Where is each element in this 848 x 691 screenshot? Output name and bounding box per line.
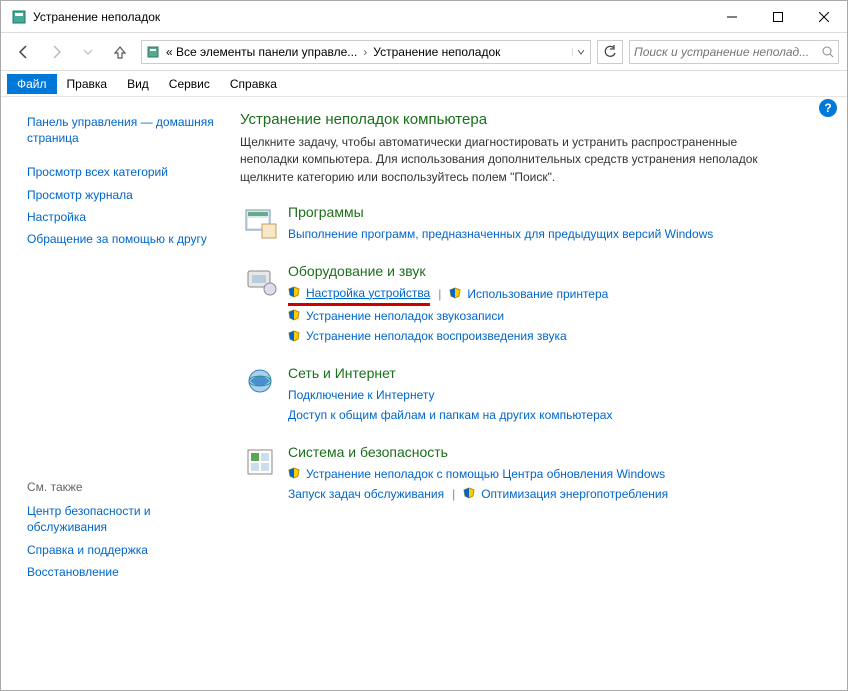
- programs-icon: [240, 204, 280, 244]
- shield-icon: [463, 487, 477, 501]
- sidebar-settings[interactable]: Настройка: [27, 206, 216, 228]
- menu-help[interactable]: Справка: [220, 74, 287, 94]
- shared-files-link[interactable]: Доступ к общим файлам и папкам на других…: [288, 405, 612, 425]
- close-button[interactable]: [801, 1, 847, 33]
- device-config-label: Настройка устройства: [306, 283, 430, 303]
- breadcrumb-separator: ›: [361, 45, 369, 59]
- sidebar: Панель управления — домашняя страница Пр…: [1, 97, 226, 690]
- category-system-title[interactable]: Система и безопасность: [288, 444, 827, 460]
- main-panel: ? Устранение неполадок компьютера Щелкни…: [226, 97, 847, 690]
- shield-icon: [288, 309, 302, 323]
- shield-icon: [449, 287, 463, 301]
- navigation-bar: « Все элементы панели управле... › Устра…: [1, 33, 847, 71]
- separator: |: [430, 284, 449, 304]
- audio-record-troubleshoot-link[interactable]: Устранение неполадок звукозаписи: [288, 306, 504, 326]
- windows-update-troubleshoot-link[interactable]: Устранение неполадок с помощью Центра об…: [288, 464, 665, 484]
- sidebar-help-support[interactable]: Справка и поддержка: [27, 539, 216, 561]
- maximize-button[interactable]: [755, 1, 801, 33]
- address-bar[interactable]: « Все элементы панели управле... › Устра…: [141, 40, 591, 64]
- location-icon: [144, 45, 162, 59]
- window-title: Устранение неполадок: [33, 10, 709, 24]
- sidebar-restore[interactable]: Восстановление: [27, 561, 216, 583]
- power-optimization-label: Оптимизация энергопотребления: [481, 484, 668, 504]
- menu-view[interactable]: Вид: [117, 74, 159, 94]
- category-programs: Программы Выполнение программ, предназна…: [240, 204, 827, 244]
- program-compat-link[interactable]: Выполнение программ, предназначенных для…: [288, 224, 713, 244]
- hardware-icon: [240, 263, 280, 303]
- up-button[interactable]: [105, 38, 135, 66]
- breadcrumb-segment-2[interactable]: Устранение неполадок: [369, 45, 504, 59]
- category-hardware-title[interactable]: Оборудование и звук: [288, 263, 827, 279]
- recent-dropdown[interactable]: [73, 38, 103, 66]
- category-network-title[interactable]: Сеть и Интернет: [288, 365, 827, 381]
- audio-record-label: Устранение неполадок звукозаписи: [306, 306, 504, 326]
- menu-tools[interactable]: Сервис: [159, 74, 220, 94]
- sidebar-view-log[interactable]: Просмотр журнала: [27, 184, 216, 206]
- device-config-link[interactable]: Настройка устройства: [288, 283, 430, 306]
- maintenance-tasks-link[interactable]: Запуск задач обслуживания: [288, 484, 444, 504]
- window-controls: [709, 1, 847, 33]
- internet-connection-link[interactable]: Подключение к Интернету: [288, 385, 435, 405]
- network-icon: [240, 365, 280, 405]
- titlebar: Устранение неполадок: [1, 1, 847, 33]
- help-icon[interactable]: ?: [819, 99, 837, 117]
- search-box[interactable]: [629, 40, 839, 64]
- app-icon: [11, 9, 27, 25]
- system-icon: [240, 444, 280, 484]
- category-hardware: Оборудование и звук Настройка устройства…: [240, 263, 827, 347]
- sidebar-all-categories[interactable]: Просмотр всех категорий: [27, 161, 216, 183]
- page-heading: Устранение неполадок компьютера: [240, 111, 827, 128]
- audio-playback-troubleshoot-link[interactable]: Устранение неполадок воспроизведения зву…: [288, 326, 567, 346]
- sidebar-security-center[interactable]: Центр безопасности и обслуживания: [27, 500, 216, 538]
- category-programs-title[interactable]: Программы: [288, 204, 827, 220]
- shield-icon: [288, 286, 302, 300]
- minimize-button[interactable]: [709, 1, 755, 33]
- forward-button[interactable]: [41, 38, 71, 66]
- back-button[interactable]: [9, 38, 39, 66]
- printer-use-label: Использование принтера: [467, 284, 608, 304]
- audio-playback-label: Устранение неполадок воспроизведения зву…: [306, 326, 567, 346]
- content-area: Панель управления — домашняя страница Пр…: [1, 97, 847, 690]
- breadcrumb-segment-1[interactable]: « Все элементы панели управле...: [162, 45, 361, 59]
- sidebar-home[interactable]: Панель управления — домашняя страница: [27, 111, 216, 149]
- see-also-heading: См. также: [27, 480, 216, 500]
- menubar: Файл Правка Вид Сервис Справка: [1, 71, 847, 97]
- refresh-button[interactable]: [597, 40, 623, 64]
- category-system: Система и безопасность Устранение непола…: [240, 444, 827, 505]
- power-optimization-link[interactable]: Оптимизация энергопотребления: [463, 484, 668, 504]
- sidebar-ask-friend[interactable]: Обращение за помощью к другу: [27, 228, 216, 250]
- separator: |: [444, 484, 463, 504]
- windows-update-label: Устранение неполадок с помощью Центра об…: [306, 464, 665, 484]
- page-description: Щелкните задачу, чтобы автоматически диа…: [240, 134, 780, 186]
- category-network: Сеть и Интернет Подключение к Интернету …: [240, 365, 827, 426]
- search-input[interactable]: [634, 45, 822, 59]
- menu-file[interactable]: Файл: [7, 74, 57, 94]
- search-icon: [822, 46, 834, 58]
- shield-icon: [288, 467, 302, 481]
- shield-icon: [288, 330, 302, 344]
- address-dropdown[interactable]: [572, 48, 588, 56]
- menu-edit[interactable]: Правка: [57, 74, 118, 94]
- printer-use-link[interactable]: Использование принтера: [449, 284, 608, 304]
